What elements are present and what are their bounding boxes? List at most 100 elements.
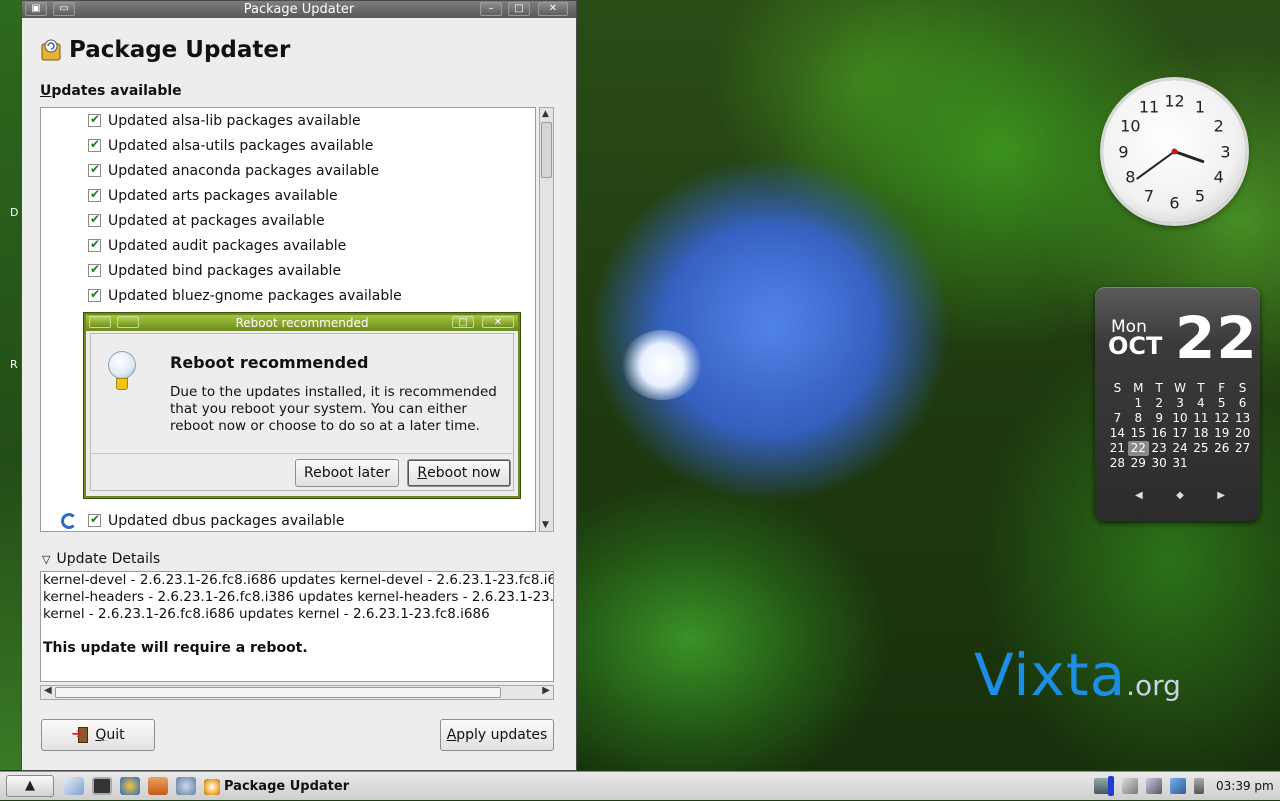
calendar-day[interactable]: 5: [1211, 396, 1232, 411]
clock-numeral: 5: [1194, 186, 1206, 206]
scroll-up-icon[interactable]: ▲: [542, 109, 549, 119]
calendar-day[interactable]: 27: [1232, 441, 1253, 456]
calendar-gadget[interactable]: Mon OCT 22 S M T W T F S 1 2 3 4 5 6 7 8 9 10 11 12 13 14 15 1…: [1095, 287, 1260, 521]
update-checkbox[interactable]: [88, 112, 101, 127]
clock-numeral: 6: [1169, 193, 1180, 212]
update-checkbox[interactable]: [88, 262, 101, 277]
calendar-day[interactable]: 18: [1190, 426, 1211, 441]
calendar-day[interactable]: 1: [1128, 396, 1149, 411]
calendar-day[interactable]: [1232, 456, 1253, 471]
browser-icon[interactable]: [120, 777, 140, 795]
scroll-down-icon[interactable]: ▼: [542, 520, 549, 530]
update-row[interactable]: Updated bind packages available: [41, 258, 521, 283]
update-checkbox[interactable]: [88, 162, 101, 177]
home-folder-icon[interactable]: [64, 777, 84, 795]
calendar-next-icon[interactable]: ▶: [1217, 490, 1225, 501]
calendar-day[interactable]: 26: [1211, 441, 1232, 456]
calendar-day[interactable]: 14: [1107, 426, 1128, 441]
window-titlebar[interactable]: ▣ ▭ Package Updater – □ ✕: [22, 1, 576, 18]
reboot-later-button[interactable]: Reboot later: [295, 459, 399, 487]
update-checkbox[interactable]: [88, 287, 101, 302]
calendar-day[interactable]: 12: [1211, 411, 1232, 426]
terminal-icon[interactable]: [92, 777, 112, 795]
scrollbar-thumb[interactable]: [541, 122, 552, 178]
update-row[interactable]: Updated anaconda packages available: [41, 158, 521, 183]
update-checkbox[interactable]: [88, 237, 101, 252]
start-menu-button[interactable]: ▲: [6, 775, 54, 797]
calendar-day[interactable]: 10: [1170, 411, 1191, 426]
update-row[interactable]: Updated dbus packages available: [41, 508, 521, 531]
maximize-icon[interactable]: □: [508, 2, 530, 16]
update-checkbox[interactable]: [88, 512, 101, 527]
clock-gadget[interactable]: 12 1 2 3 4 5 6 7 8 9 10 11: [1103, 80, 1246, 223]
update-checkbox[interactable]: [88, 187, 101, 202]
calendar-prev-icon[interactable]: ◀: [1135, 490, 1143, 501]
updates-list-scrollbar[interactable]: ▲ ▼: [539, 107, 554, 532]
apply-updates-button[interactable]: Apply updates: [440, 719, 554, 751]
calendar-day[interactable]: 17: [1170, 426, 1191, 441]
dialog-titlebar[interactable]: Reboot recommended □ ✕: [86, 315, 518, 331]
calendar-day[interactable]: 25: [1190, 441, 1211, 456]
quit-button[interactable]: ➜ Quit: [41, 719, 155, 751]
calendar-today[interactable]: 22: [1127, 441, 1149, 456]
tray-power-icon[interactable]: [1122, 778, 1138, 794]
calendar-day[interactable]: 9: [1149, 411, 1170, 426]
update-row[interactable]: Updated audit packages available: [41, 233, 521, 258]
hscrollbar-thumb[interactable]: [55, 687, 501, 698]
calendar-day[interactable]: 30: [1149, 456, 1170, 471]
close-icon[interactable]: ✕: [538, 2, 568, 16]
scroll-right-icon[interactable]: ▶: [542, 685, 550, 696]
house-icon[interactable]: [148, 777, 168, 795]
calendar-day[interactable]: 6: [1232, 396, 1253, 411]
scroll-left-icon[interactable]: ◀: [44, 685, 52, 696]
dialog-message-line: that you reboot your system. You can eit…: [170, 401, 467, 417]
update-row[interactable]: Updated bluez-gnome packages available: [41, 283, 521, 308]
calendar-day[interactable]: 28: [1107, 456, 1128, 471]
calendar-day[interactable]: 2: [1149, 396, 1170, 411]
window-menu-icon[interactable]: ▣: [25, 2, 47, 16]
calendar-day[interactable]: 29: [1128, 456, 1149, 471]
dialog-shade-icon[interactable]: [117, 316, 139, 328]
update-row[interactable]: Updated arts packages available: [41, 183, 521, 208]
calendar-day[interactable]: [1211, 456, 1232, 471]
tray-monitor-icon[interactable]: [1170, 778, 1186, 794]
details-horizontal-scrollbar[interactable]: ◀ ▶: [40, 685, 554, 700]
tray-user-icon[interactable]: [1146, 778, 1162, 794]
calendar-day[interactable]: 4: [1190, 396, 1211, 411]
calendar-day[interactable]: 24: [1170, 441, 1191, 456]
taskbar-clock[interactable]: 03:39 pm: [1216, 772, 1274, 801]
calendar-day[interactable]: 16: [1149, 426, 1170, 441]
tray-battery-icon[interactable]: [1108, 776, 1114, 796]
update-details-text[interactable]: kernel-devel - 2.6.23.1-26.fc8.i686 upda…: [40, 571, 554, 682]
taskbar-item-package-updater[interactable]: Package Updater: [204, 772, 349, 801]
calendar-home-icon[interactable]: ◆: [1176, 490, 1184, 501]
calendar-day[interactable]: [1107, 396, 1128, 411]
update-row[interactable]: Updated alsa-utils packages available: [41, 133, 521, 158]
calendar-day[interactable]: 21: [1107, 441, 1128, 456]
dialog-close-icon[interactable]: ✕: [482, 316, 514, 328]
dialog-maximize-icon[interactable]: □: [452, 316, 474, 328]
calendar-day[interactable]: 15: [1128, 426, 1149, 441]
calendar-day[interactable]: 11: [1190, 411, 1211, 426]
calendar-day[interactable]: 13: [1232, 411, 1253, 426]
calendar-day[interactable]: 20: [1232, 426, 1253, 441]
calendar-day[interactable]: 8: [1128, 411, 1149, 426]
update-row[interactable]: Updated at packages available: [41, 208, 521, 233]
reboot-now-button[interactable]: Reboot now: [407, 459, 511, 487]
calendar-day[interactable]: [1190, 456, 1211, 471]
calendar-day[interactable]: 3: [1170, 396, 1191, 411]
update-checkbox[interactable]: [88, 137, 101, 152]
tray-volume-icon[interactable]: [1194, 778, 1204, 794]
calendar-day[interactable]: 19: [1211, 426, 1232, 441]
update-checkbox[interactable]: [88, 212, 101, 227]
update-row[interactable]: Updated alsa-lib packages available: [41, 108, 521, 133]
calendar-day[interactable]: 23: [1149, 441, 1170, 456]
calendar-day[interactable]: 31: [1170, 456, 1191, 471]
window-shade-icon[interactable]: ▭: [53, 2, 75, 16]
minimize-icon[interactable]: –: [480, 2, 502, 16]
update-label: Updated alsa-lib packages available: [108, 112, 361, 129]
calendar-day[interactable]: 7: [1107, 411, 1128, 426]
update-details-expander[interactable]: ▽ Update Details: [42, 551, 160, 567]
dialog-menu-icon[interactable]: [89, 316, 111, 328]
settings-icon[interactable]: [176, 777, 196, 795]
